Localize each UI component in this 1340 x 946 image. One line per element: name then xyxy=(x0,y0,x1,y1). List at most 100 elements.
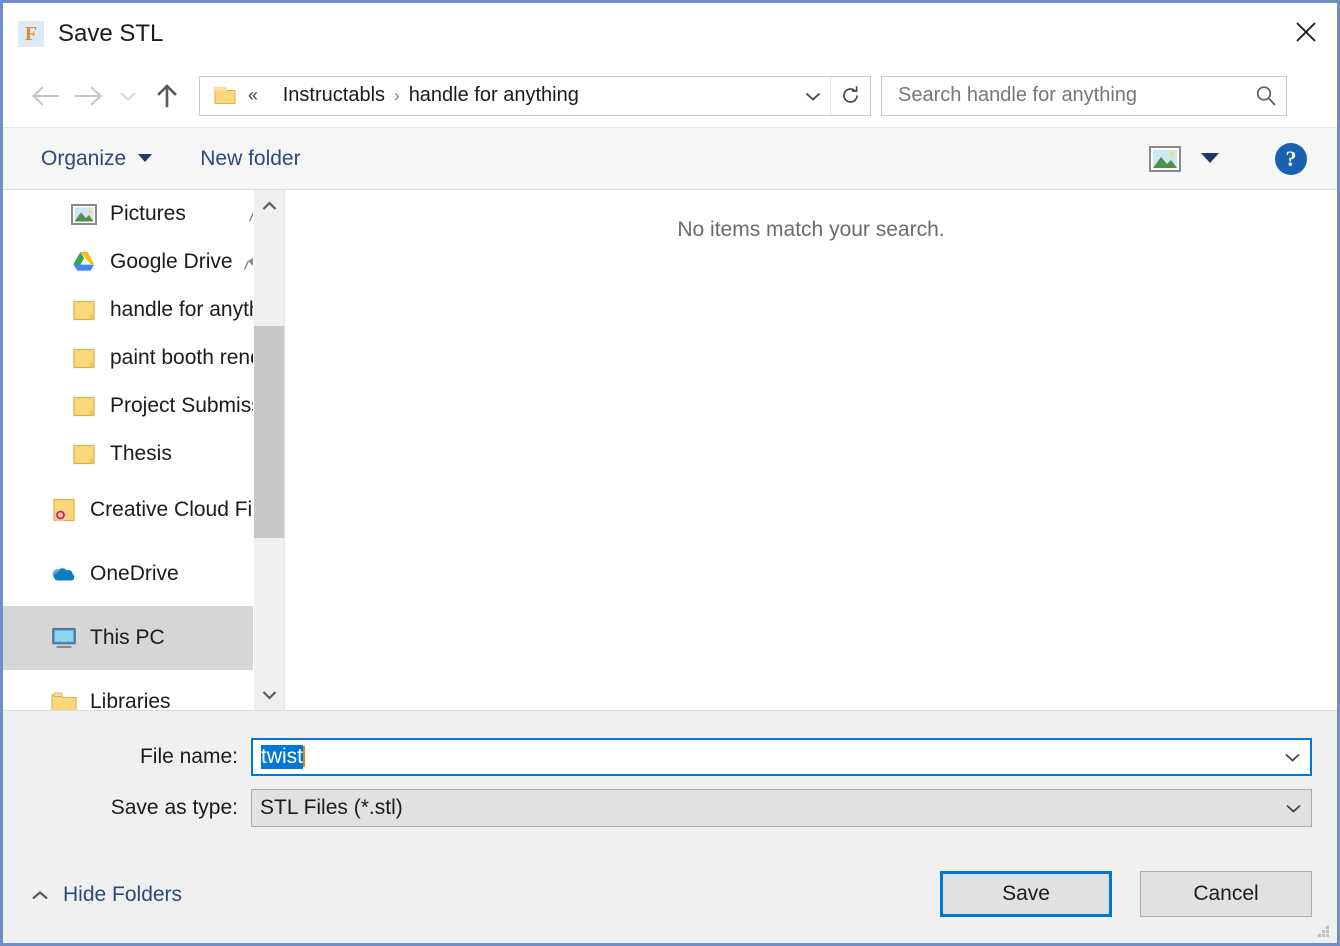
refresh-icon xyxy=(843,86,858,103)
sidebar-item-label: Google Drive xyxy=(110,250,233,273)
this-pc-monitor-icon xyxy=(51,626,77,650)
sidebar-item-libraries[interactable]: Libraries xyxy=(3,670,284,710)
back-button[interactable] xyxy=(23,74,67,118)
organize-label: Organize xyxy=(41,146,127,170)
save-as-type-value: STL Files (*.stl) xyxy=(260,796,403,819)
sidebar-item-handle-for-anything[interactable]: handle for anyth xyxy=(3,286,284,334)
forward-button[interactable] xyxy=(67,74,111,118)
address-bar[interactable]: « Instructabls › handle for anything xyxy=(199,75,871,116)
refresh-button[interactable] xyxy=(830,76,870,115)
arrow-right-icon xyxy=(74,86,103,105)
recent-locations-button[interactable] xyxy=(111,74,145,118)
navigation-bar: « Instructabls › handle for anything Sea… xyxy=(3,64,1337,127)
libraries-folder-icon xyxy=(51,690,77,710)
sidebar-item-label: handle for anyth xyxy=(110,298,261,321)
scrollbar-thumb[interactable] xyxy=(254,326,284,538)
arrow-left-icon xyxy=(31,86,60,105)
sidebar-item-google-drive[interactable]: Google Drive xyxy=(3,238,284,286)
up-one-level-button[interactable] xyxy=(145,74,189,118)
folder-icon xyxy=(71,394,97,418)
address-dropdown-button[interactable] xyxy=(796,77,830,115)
hide-folders-label: Hide Folders xyxy=(63,883,183,906)
organize-button[interactable]: Organize xyxy=(41,146,153,171)
save-button[interactable]: Save xyxy=(940,871,1112,917)
file-name-dropdown-button[interactable] xyxy=(1274,740,1310,774)
sidebar-item-this-pc[interactable]: This PC xyxy=(3,606,284,670)
breadcrumb-separator: › xyxy=(394,85,400,105)
new-folder-label: New folder xyxy=(200,146,301,170)
sidebar-item-onedrive[interactable]: OneDrive xyxy=(3,542,284,606)
title-bar: F Save STL xyxy=(3,3,1337,64)
new-folder-button[interactable]: New folder xyxy=(200,147,300,171)
sidebar-item-label: This PC xyxy=(90,626,165,649)
sidebar-item-label: Thesis xyxy=(110,442,172,465)
file-name-combobox[interactable]: twist xyxy=(251,738,1312,776)
chevron-down-icon xyxy=(120,91,136,101)
scroll-up-button[interactable] xyxy=(254,190,284,221)
scrollbar-track[interactable] xyxy=(254,221,284,679)
file-name-input[interactable]: twist xyxy=(253,745,1274,769)
save-stl-dialog: F Save STL « Instructabls › handle for a… xyxy=(0,0,1340,946)
save-label: Save xyxy=(1002,882,1050,905)
scroll-down-button[interactable] xyxy=(254,679,284,710)
sidebar-item-label: OneDrive xyxy=(90,562,179,585)
sidebar-item-label: paint booth rend xyxy=(110,346,262,369)
help-label: ? xyxy=(1285,145,1297,171)
save-options-panel: File name: twist Save as type: STL Files… xyxy=(3,710,1337,943)
file-list-pane[interactable]: No items match your search. xyxy=(284,190,1337,710)
sidebar-item-label: Project Submissi xyxy=(110,394,267,417)
chevron-down-icon xyxy=(262,690,277,700)
cancel-label: Cancel xyxy=(1193,882,1259,905)
sidebar-item-label: Creative Cloud Fil xyxy=(90,498,257,521)
breadcrumb-overflow[interactable]: « xyxy=(248,85,258,106)
sidebar-item-pictures[interactable]: Pictures xyxy=(3,190,284,238)
search-button[interactable] xyxy=(1246,77,1286,115)
sidebar-scrollbar[interactable] xyxy=(253,190,284,710)
dialog-action-buttons: Save Cancel xyxy=(940,871,1312,917)
arrow-up-icon xyxy=(157,83,177,107)
breadcrumb-item-instructabls[interactable]: Instructabls xyxy=(283,84,385,107)
save-as-type-dropdown-button[interactable] xyxy=(1275,791,1311,825)
folder-icon xyxy=(71,298,97,322)
command-toolbar: Organize New folder ? xyxy=(3,127,1337,190)
view-options-dropdown[interactable] xyxy=(1193,144,1227,174)
freecad-f-icon: F xyxy=(18,20,44,47)
change-view-button[interactable] xyxy=(1147,144,1183,174)
search-icon xyxy=(1256,85,1276,106)
caret-down-icon xyxy=(1201,153,1219,163)
content-area: Pictures Google Drive handle for anyth p… xyxy=(3,190,1337,710)
help-button[interactable]: ? xyxy=(1275,142,1307,175)
creative-cloud-files-icon xyxy=(51,498,77,522)
onedrive-icon xyxy=(51,562,77,586)
hide-folders-button[interactable]: Hide Folders xyxy=(31,883,182,907)
sidebar-item-creative-cloud-files[interactable]: Creative Cloud Fil xyxy=(3,478,284,542)
breadcrumb: « Instructabls › handle for anything xyxy=(248,84,796,107)
close-icon xyxy=(1296,22,1316,42)
file-name-value: twist xyxy=(261,745,303,769)
resize-grip-icon[interactable] xyxy=(1317,925,1331,939)
save-as-type-row: Save as type: STL Files (*.stl) xyxy=(3,789,1337,827)
sidebar-item-project-submission[interactable]: Project Submissi xyxy=(3,382,284,430)
cancel-button[interactable]: Cancel xyxy=(1140,871,1312,917)
picture-thumbnail-icon xyxy=(1149,145,1181,172)
folder-icon xyxy=(71,346,97,370)
save-as-type-combobox[interactable]: STL Files (*.stl) xyxy=(251,789,1312,827)
chevron-down-icon xyxy=(1284,753,1300,762)
sidebar-item-thesis[interactable]: Thesis xyxy=(3,430,284,478)
search-input[interactable]: Search handle for anything xyxy=(898,84,1246,107)
breadcrumb-item-handle-for-anything[interactable]: handle for anything xyxy=(409,84,579,107)
folder-icon xyxy=(71,442,97,466)
window-title: Save STL xyxy=(58,19,164,47)
chevron-down-icon xyxy=(805,92,821,101)
sidebar-item-paint-booth-render[interactable]: paint booth rend xyxy=(3,334,284,382)
chevron-up-icon xyxy=(31,890,49,901)
navigation-pane: Pictures Google Drive handle for anyth p… xyxy=(3,190,284,710)
search-box[interactable]: Search handle for anything xyxy=(881,75,1287,116)
caret-down-icon xyxy=(138,154,153,163)
picture-thumbnail-icon xyxy=(71,202,97,226)
chevron-up-icon xyxy=(262,200,277,210)
empty-state-message: No items match your search. xyxy=(677,218,945,241)
breadcrumb-separator xyxy=(269,86,274,106)
sidebar-item-label: Pictures xyxy=(110,202,186,225)
close-button[interactable] xyxy=(1275,3,1337,61)
